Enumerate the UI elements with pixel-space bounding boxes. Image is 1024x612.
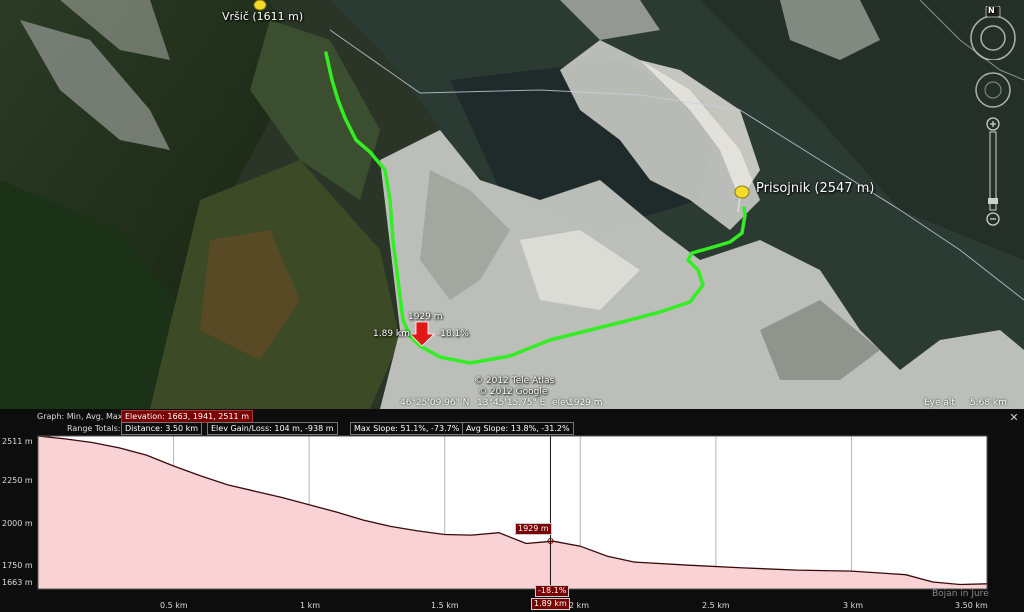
cursor-distance-label: 1.89 km: [373, 329, 410, 339]
place-label-prisojnik: Prisojnik (2547 m): [756, 181, 875, 196]
status-eye-alt: 5.68 km: [970, 398, 1007, 408]
x-tick-label: 1.5 km: [431, 601, 459, 610]
satellite-terrain: [0, 0, 1024, 409]
cursor-slope-tag: -18.1%: [535, 585, 570, 597]
close-profile-button[interactable]: ✕: [1008, 412, 1020, 424]
zoom-slider[interactable]: [985, 116, 1001, 228]
x-tick-label: 2.5 km: [702, 601, 730, 610]
map-view[interactable]: Vršič (1611 m) Prisojnik (2547 m) 1929 m…: [0, 0, 1024, 409]
x-tick-label: 3 km: [843, 601, 864, 610]
status-longitude: 13°45'15.75" E: [477, 398, 546, 408]
x-tick-label: 0.5 km: [160, 601, 188, 610]
y-tick-label: 2511 m: [2, 437, 33, 446]
x-tick-label: 3.50 km: [955, 601, 988, 610]
elevation-profile-panel: Graph: Min, Avg, Max Elevation: 1663, 19…: [0, 409, 1024, 612]
north-indicator[interactable]: N: [988, 6, 995, 15]
pin-icon-vrsic[interactable]: [253, 0, 267, 11]
status-latitude: 46°25'09.96" N: [400, 398, 470, 408]
move-control[interactable]: [973, 70, 1013, 110]
cursor-elevation-tag: 1929 m: [515, 523, 552, 535]
cursor-slope-label: -18.1%: [437, 329, 469, 339]
elevation-profile-chart[interactable]: [0, 409, 1024, 612]
watermark: Bojan in Jure: [932, 589, 989, 599]
x-tick-label: 1 km: [300, 601, 321, 610]
copyright-tele-atlas: © 2012 Tele Atlas: [474, 376, 555, 386]
place-label-vrsic: Vršič (1611 m): [222, 10, 304, 23]
status-elevation: 1929 m: [568, 398, 603, 408]
cursor-elevation-label: 1929 m: [408, 312, 443, 322]
y-tick-label: 1750 m: [2, 561, 33, 570]
y-tick-label: 1663 m: [2, 578, 33, 587]
x-tick-label: 2 km: [569, 601, 590, 610]
y-tick-label: 2000 m: [2, 519, 33, 528]
copyright-google: © 2012 Google: [478, 387, 548, 397]
cursor-distance-tag: 1.89 km: [531, 598, 570, 610]
status-eye-alt-label: Eye alt: [924, 398, 955, 408]
y-tick-label: 2250 m: [2, 476, 33, 485]
